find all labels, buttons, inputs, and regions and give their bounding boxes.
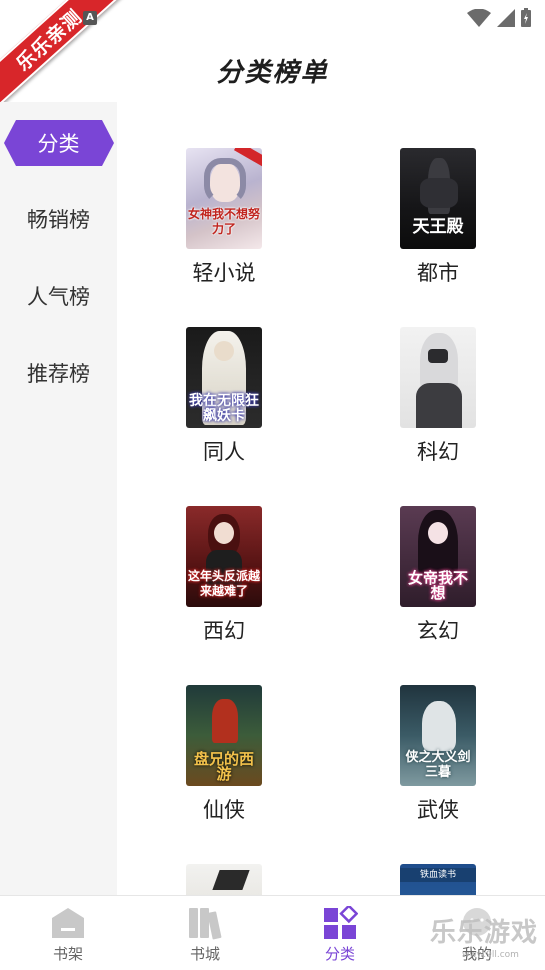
category-urban[interactable]: 天王殿 都市	[331, 148, 545, 287]
nav-bookstore[interactable]: 书城	[155, 906, 255, 964]
category-label: 西幻	[203, 619, 245, 643]
cover-title: 这年头反派越来越难了	[188, 569, 261, 598]
category-label: 都市	[417, 261, 459, 285]
sidebar-item-bestseller[interactable]: 畅销榜	[0, 196, 117, 242]
cover-title: 侠之大义剑三暮	[405, 750, 471, 780]
category-western-fantasy[interactable]: 这年头反派越来越难了 西幻	[117, 506, 331, 645]
site-watermark-url: www.9ll.com	[462, 950, 519, 960]
book-cover: 铁血读书	[400, 864, 476, 895]
book-cover: 我在无限狂飙妖卡	[186, 327, 262, 428]
cover-title: 天王殿	[412, 217, 464, 237]
book-cover: 侠之大义剑三暮	[400, 685, 476, 786]
cover-title: 盘兄的西游	[193, 750, 254, 783]
sidebar-item-category[interactable]: 分类	[0, 120, 117, 166]
wifi-icon	[467, 9, 491, 27]
battery-icon	[521, 8, 531, 27]
category-label: 武侠	[417, 798, 459, 822]
category-label: 科幻	[417, 440, 459, 464]
cover-title: 我在无限狂飙妖卡	[189, 393, 259, 424]
category-light-novel[interactable]: 女神我不想努力了 轻小说	[117, 148, 331, 287]
cover-title: 女帝我不想	[407, 569, 468, 602]
notification-a-icon: A	[83, 11, 97, 25]
book-cover: 女神我不想努力了	[186, 148, 262, 249]
cover-title: 铁血读书	[400, 868, 476, 882]
book-cover: 天王殿	[400, 148, 476, 249]
book-cover: 盘兄的西游	[186, 685, 262, 786]
book-cover: 女帝我不想	[400, 506, 476, 607]
sidebar: 分类 畅销榜 人气榜 推荐榜	[0, 102, 117, 895]
category-fanfic[interactable]: 我在无限狂飙妖卡 同人	[117, 327, 331, 466]
nav-label: 书架	[52, 945, 83, 963]
category-icon	[324, 906, 358, 939]
bookstore-icon	[189, 908, 222, 940]
nav-label: 分类	[324, 945, 355, 963]
sidebar-item-label: 推荐榜	[27, 362, 90, 386]
category-scifi[interactable]: 科幻	[331, 327, 545, 466]
category-xuanhuan[interactable]: 女帝我不想 玄幻	[331, 506, 545, 645]
book-cover	[186, 864, 262, 895]
category-xianxia[interactable]: 盘兄的西游 仙侠	[117, 685, 331, 824]
category-grid: 女神我不想努力了 轻小说 天王殿 都市 我在无限狂飙妖卡 同人 科幻 这年头反派…	[117, 102, 545, 895]
nav-bookshelf[interactable]: 书架	[18, 906, 118, 964]
site-watermark: 乐乐游戏	[430, 918, 539, 948]
book-cover	[400, 327, 476, 428]
sidebar-item-popular[interactable]: 人气榜	[0, 273, 117, 319]
category-wuxia[interactable]: 侠之大义剑三暮 武侠	[331, 685, 545, 824]
book-cover: 这年头反派越来越难了	[186, 506, 262, 607]
category-item[interactable]	[117, 864, 331, 895]
sidebar-item-label: 分类	[37, 132, 80, 156]
bookshelf-icon	[52, 908, 84, 938]
cover-title: 女神我不想努力了	[188, 207, 261, 236]
sidebar-item-label: 人气榜	[27, 285, 90, 309]
page-title: 分类榜单	[216, 58, 329, 88]
status-bar: 乐乐亲测 A	[0, 0, 545, 112]
category-label: 同人	[203, 440, 245, 464]
category-label: 仙侠	[203, 798, 245, 822]
status-icons	[467, 8, 531, 27]
nav-label: 书城	[189, 945, 220, 963]
nav-category[interactable]: 分类	[290, 906, 390, 964]
sidebar-item-recommend[interactable]: 推荐榜	[0, 350, 117, 396]
sidebar-item-label: 畅销榜	[27, 208, 90, 232]
signal-icon	[497, 9, 515, 27]
category-item[interactable]: 铁血读书	[331, 864, 545, 895]
category-label: 玄幻	[417, 619, 459, 643]
category-label: 轻小说	[192, 261, 256, 285]
